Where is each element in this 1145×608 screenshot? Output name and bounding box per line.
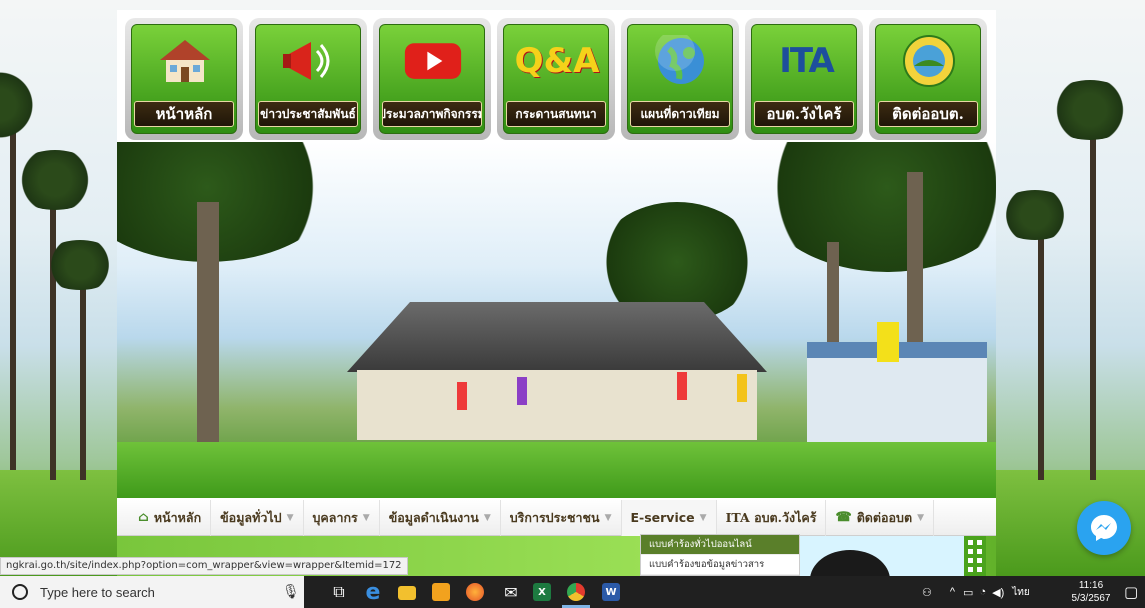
nav-item-label: E-service bbox=[630, 510, 695, 525]
megaphone-icon bbox=[279, 31, 339, 91]
mail-icon[interactable]: ✉ bbox=[500, 581, 522, 603]
system-tray: ⚇ ^ ▭ ◔ ◀) ไทย bbox=[922, 576, 1030, 608]
qa-text: Q&A bbox=[514, 41, 600, 81]
word-icon[interactable]: W bbox=[602, 583, 620, 601]
nav-item-personnel[interactable]: บุคลากร ▼ bbox=[304, 499, 380, 536]
seal-icon bbox=[899, 31, 959, 91]
tile-contact-label: ติดต่ออบต. bbox=[878, 101, 978, 127]
tile-contact[interactable]: ติดต่ออบต. bbox=[869, 18, 987, 140]
microphone-icon[interactable]: 🎙 bbox=[282, 584, 300, 600]
status-bar-url: ngkrai.go.th/site/index.php?option=com_w… bbox=[0, 557, 408, 575]
nav-item-general-info[interactable]: ข้อมูลทั่วไป ▼ bbox=[211, 499, 304, 536]
messenger-chat-button[interactable] bbox=[1077, 501, 1131, 555]
caret-down-icon: ▼ bbox=[917, 512, 925, 523]
cortana-icon bbox=[12, 584, 28, 600]
nav-item-label: ติดต่ออบต bbox=[856, 509, 913, 525]
excel-icon[interactable]: X bbox=[533, 583, 551, 601]
notification-center-icon[interactable]: ▢ bbox=[1124, 583, 1138, 601]
tile-ita-label: อบต.วังไคร้ bbox=[754, 101, 854, 127]
chrome-icon[interactable] bbox=[567, 583, 585, 601]
tile-news-label: ข่าวประชาสัมพันธ์ bbox=[258, 101, 358, 127]
background-palm-left-3 bbox=[0, 40, 40, 470]
main-nav-menu: ⌂ หน้าหลัก ข้อมูลทั่วไป ▼ บุคลากร ▼ ข้อมูล… bbox=[117, 499, 996, 536]
caret-down-icon: ▼ bbox=[699, 512, 707, 523]
background-palm-right-2 bbox=[995, 190, 1075, 480]
house-icon bbox=[155, 31, 215, 91]
clock-time: 11:16 bbox=[1078, 580, 1104, 591]
top-button-bar: หน้าหลัก ข่าวประชาสัมพันธ์ ประมวลภาพกิจก… bbox=[125, 18, 987, 140]
nav-item-ita[interactable]: ITA อบต.วังไคร้ bbox=[717, 499, 827, 536]
website-panel: หน้าหลัก ข่าวประชาสัมพันธ์ ประมวลภาพกิจก… bbox=[117, 10, 996, 576]
tile-ita[interactable]: ITA อบต.วังไคร้ bbox=[745, 18, 863, 140]
nav-item-label: ITA อบต.วังไคร้ bbox=[725, 509, 817, 525]
home-icon: ⌂ bbox=[138, 510, 149, 525]
nav-item-label: บุคลากร bbox=[312, 509, 358, 525]
ita-text: ITA bbox=[779, 41, 835, 81]
firefox-icon[interactable] bbox=[466, 583, 484, 601]
nav-item-label: ข้อมูลดำเนินงาน bbox=[388, 509, 479, 525]
nav-item-contact[interactable]: ☎ ติดต่ออบต ▼ bbox=[826, 499, 935, 536]
tile-home-label: หน้าหลัก bbox=[134, 101, 234, 127]
caret-down-icon: ▼ bbox=[604, 512, 612, 523]
tile-map-label: แผนที่ดาวเทียม bbox=[630, 101, 730, 127]
windows-taskbar: Type here to search 🎙 ⧉ e ✉ X W ⚇ ^ ▭ ◔ … bbox=[0, 576, 1145, 608]
store-icon[interactable] bbox=[432, 583, 450, 601]
tray-chevron-icon[interactable]: ^ bbox=[950, 586, 955, 598]
profile-banner-image bbox=[800, 536, 964, 576]
clock-date: 5/3/2567 bbox=[1071, 593, 1111, 604]
nav-item-home[interactable]: ⌂ หน้าหลัก bbox=[129, 499, 212, 536]
globe-icon bbox=[651, 31, 711, 91]
decorative-squares bbox=[964, 536, 986, 576]
nav-item-public-services[interactable]: บริการประชาชน ▼ bbox=[501, 499, 622, 536]
caret-down-icon: ▼ bbox=[483, 512, 491, 523]
network-icon[interactable]: ▭ bbox=[963, 586, 973, 599]
volume-icon[interactable]: ◀) bbox=[992, 586, 1004, 599]
tile-map[interactable]: แผนที่ดาวเทียม bbox=[621, 18, 739, 140]
wifi-icon[interactable]: ◔ bbox=[979, 586, 986, 598]
taskbar-clock[interactable]: 11:16 5/3/2567 bbox=[1069, 579, 1113, 605]
dropdown-item-info-request[interactable]: แบบคำร้องขอข้อมูลข่าวสาร bbox=[641, 555, 799, 575]
youtube-play-icon bbox=[403, 31, 463, 91]
task-view-icon[interactable]: ⧉ bbox=[328, 581, 350, 603]
background-palm-left-2 bbox=[40, 240, 120, 480]
tile-gallery-label: ประมวลภาพกิจกรรม bbox=[382, 101, 482, 127]
phone-icon: ☎ bbox=[835, 510, 852, 525]
caret-down-icon: ▼ bbox=[286, 512, 294, 523]
language-indicator[interactable]: ไทย bbox=[1012, 585, 1029, 600]
qa-icon: Q&A bbox=[514, 31, 600, 91]
tile-forum[interactable]: Q&A กระดานสนทนา bbox=[497, 18, 615, 140]
edge-browser-icon[interactable]: e bbox=[362, 580, 384, 605]
messenger-icon bbox=[1091, 515, 1117, 541]
nav-item-label: หน้าหลัก bbox=[153, 509, 202, 525]
nav-item-label: ข้อมูลทั่วไป bbox=[220, 509, 282, 525]
taskbar-search-placeholder: Type here to search bbox=[40, 584, 155, 600]
tile-forum-label: กระดานสนทนา bbox=[506, 101, 606, 127]
tile-news[interactable]: ข่าวประชาสัมพันธ์ bbox=[249, 18, 367, 140]
hero-banner-image bbox=[117, 142, 996, 498]
caret-down-icon: ▼ bbox=[362, 512, 370, 523]
nav-item-operations[interactable]: ข้อมูลดำเนินงาน ▼ bbox=[380, 499, 501, 536]
file-explorer-icon[interactable] bbox=[398, 586, 416, 600]
dropdown-item-general-request[interactable]: แบบคำร้องทั่วไปออนไลน์ bbox=[641, 535, 799, 555]
tile-home[interactable]: หน้าหลัก bbox=[125, 18, 243, 140]
nav-item-eservice[interactable]: E-service ▼ bbox=[621, 499, 717, 536]
taskbar-search-box[interactable]: Type here to search 🎙 bbox=[0, 576, 304, 608]
eservice-dropdown: แบบคำร้องทั่วไปออนไลน์ แบบคำร้องขอข้อมูล… bbox=[640, 534, 800, 576]
tile-gallery[interactable]: ประมวลภาพกิจกรรม bbox=[373, 18, 491, 140]
ita-icon: ITA bbox=[764, 31, 848, 91]
nav-item-label: บริการประชาชน bbox=[509, 509, 600, 525]
people-icon[interactable]: ⚇ bbox=[922, 586, 932, 599]
